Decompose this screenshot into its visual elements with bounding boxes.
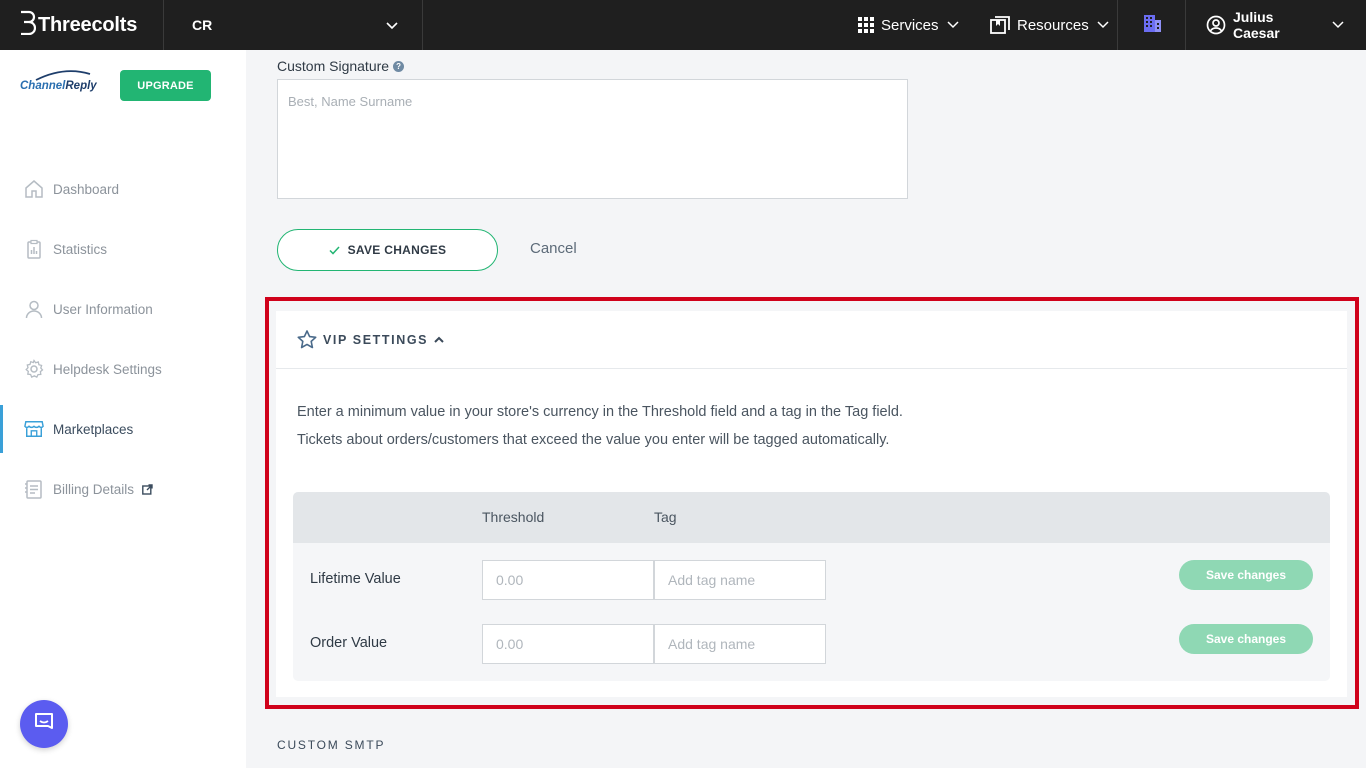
sidebar-item-label: Dashboard bbox=[53, 181, 120, 197]
resources-menu[interactable]: Resources bbox=[976, 0, 1118, 50]
sidebar-item-user-information[interactable]: User Information bbox=[0, 285, 246, 333]
sidebar-item-label: Marketplaces bbox=[53, 421, 134, 437]
chat-launcher-button[interactable] bbox=[20, 700, 68, 748]
chevron-down-icon bbox=[1097, 21, 1109, 29]
vip-description-line-2: Tickets about orders/customers that exce… bbox=[297, 432, 890, 448]
channelreply-logo-text: ChannelReply bbox=[20, 80, 97, 92]
custom-smtp-title[interactable]: CUSTOM SMTP bbox=[277, 738, 385, 752]
top-bar: Threecolts CR Services Resources Julius … bbox=[0, 0, 1366, 50]
user-menu[interactable]: Julius Caesar bbox=[1186, 0, 1366, 50]
sidebar-item-billing-details[interactable]: Billing Details bbox=[0, 465, 246, 513]
sidebar-item-label: Statistics bbox=[53, 241, 108, 257]
gear-icon bbox=[24, 359, 44, 379]
vip-settings-title: VIP SETTINGS bbox=[323, 332, 429, 347]
sidebar-item-statistics[interactable]: Statistics bbox=[0, 225, 246, 273]
user-name: Julius Caesar bbox=[1233, 9, 1280, 41]
chevron-up-icon bbox=[434, 336, 444, 343]
account-selector[interactable]: CR bbox=[164, 0, 423, 50]
user-icon bbox=[24, 299, 44, 319]
grid-icon bbox=[858, 17, 874, 33]
chevron-down-icon bbox=[386, 17, 398, 33]
chevron-down-icon bbox=[1332, 21, 1344, 29]
home-icon bbox=[24, 179, 44, 199]
cancel-button[interactable]: Cancel bbox=[530, 240, 577, 257]
star-icon bbox=[297, 330, 317, 349]
vip-description-line-1: Enter a minimum value in your store's cu… bbox=[297, 404, 903, 420]
threecolts-logo[interactable]: Threecolts bbox=[0, 0, 164, 50]
save-changes-button[interactable]: SAVE CHANGES bbox=[277, 229, 498, 271]
external-link-icon bbox=[142, 483, 153, 495]
building-icon bbox=[1142, 13, 1162, 38]
save-changes-label: SAVE CHANGES bbox=[347, 243, 447, 257]
column-header-threshold: Threshold bbox=[482, 509, 545, 525]
account-name: CR bbox=[192, 17, 213, 33]
sidebar-item-dashboard[interactable]: Dashboard bbox=[0, 165, 246, 213]
vip-settings-table: Threshold Tag Lifetime Value Save change… bbox=[293, 492, 1330, 681]
vip-settings-header[interactable]: VIP SETTINGS bbox=[276, 311, 1347, 369]
services-menu[interactable]: Services bbox=[858, 0, 976, 50]
order-value-save-button[interactable]: Save changes bbox=[1179, 624, 1313, 654]
brand-name: Threecolts bbox=[38, 13, 138, 36]
sidebar-item-label: Helpdesk Settings bbox=[53, 361, 162, 377]
chevron-down-icon bbox=[947, 21, 959, 29]
sidebar-item-label: User Information bbox=[53, 301, 153, 317]
table-header: Threshold Tag bbox=[293, 492, 1330, 543]
main-content: Custom Signature ? SAVE CHANGES Cancel V… bbox=[246, 50, 1366, 768]
store-icon bbox=[24, 419, 44, 439]
organization-button[interactable] bbox=[1118, 0, 1186, 50]
chat-icon bbox=[33, 711, 55, 738]
row-label-lifetime-value: Lifetime Value bbox=[310, 571, 401, 587]
lifetime-value-threshold-input[interactable] bbox=[482, 560, 654, 600]
channelreply-logo[interactable]: ChannelReply bbox=[20, 70, 100, 104]
user-circle-icon bbox=[1206, 15, 1226, 35]
help-icon[interactable]: ? bbox=[393, 60, 405, 72]
services-label: Services bbox=[881, 16, 939, 34]
lifetime-value-save-button[interactable]: Save changes bbox=[1179, 560, 1313, 590]
clipboard-chart-icon bbox=[24, 239, 44, 259]
check-icon bbox=[329, 245, 340, 255]
sidebar: ChannelReply UPGRADE Dashboard Statistic… bbox=[0, 50, 246, 768]
custom-signature-textarea[interactable] bbox=[277, 79, 908, 199]
sidebar-item-marketplaces[interactable]: Marketplaces bbox=[0, 405, 246, 453]
threecolts-mark-icon bbox=[18, 9, 37, 41]
custom-signature-label: Custom Signature ? bbox=[277, 58, 405, 74]
order-value-tag-input[interactable] bbox=[654, 624, 826, 664]
resources-label: Resources bbox=[1017, 16, 1089, 34]
custom-signature-label-text: Custom Signature bbox=[277, 58, 390, 74]
sidebar-item-label: Billing Details bbox=[53, 481, 135, 497]
vip-settings-card: VIP SETTINGS Enter a minimum value in yo… bbox=[276, 311, 1347, 697]
lifetime-value-tag-input[interactable] bbox=[654, 560, 826, 600]
sidebar-item-helpdesk-settings[interactable]: Helpdesk Settings bbox=[0, 345, 246, 393]
row-label-order-value: Order Value bbox=[310, 635, 388, 651]
column-header-tag: Tag bbox=[654, 509, 677, 525]
vip-description: Enter a minimum value in your store's cu… bbox=[297, 398, 903, 454]
invoice-icon bbox=[24, 479, 44, 499]
order-value-threshold-input[interactable] bbox=[482, 624, 654, 664]
upgrade-button[interactable]: UPGRADE bbox=[120, 70, 211, 101]
book-icon bbox=[990, 16, 1010, 34]
